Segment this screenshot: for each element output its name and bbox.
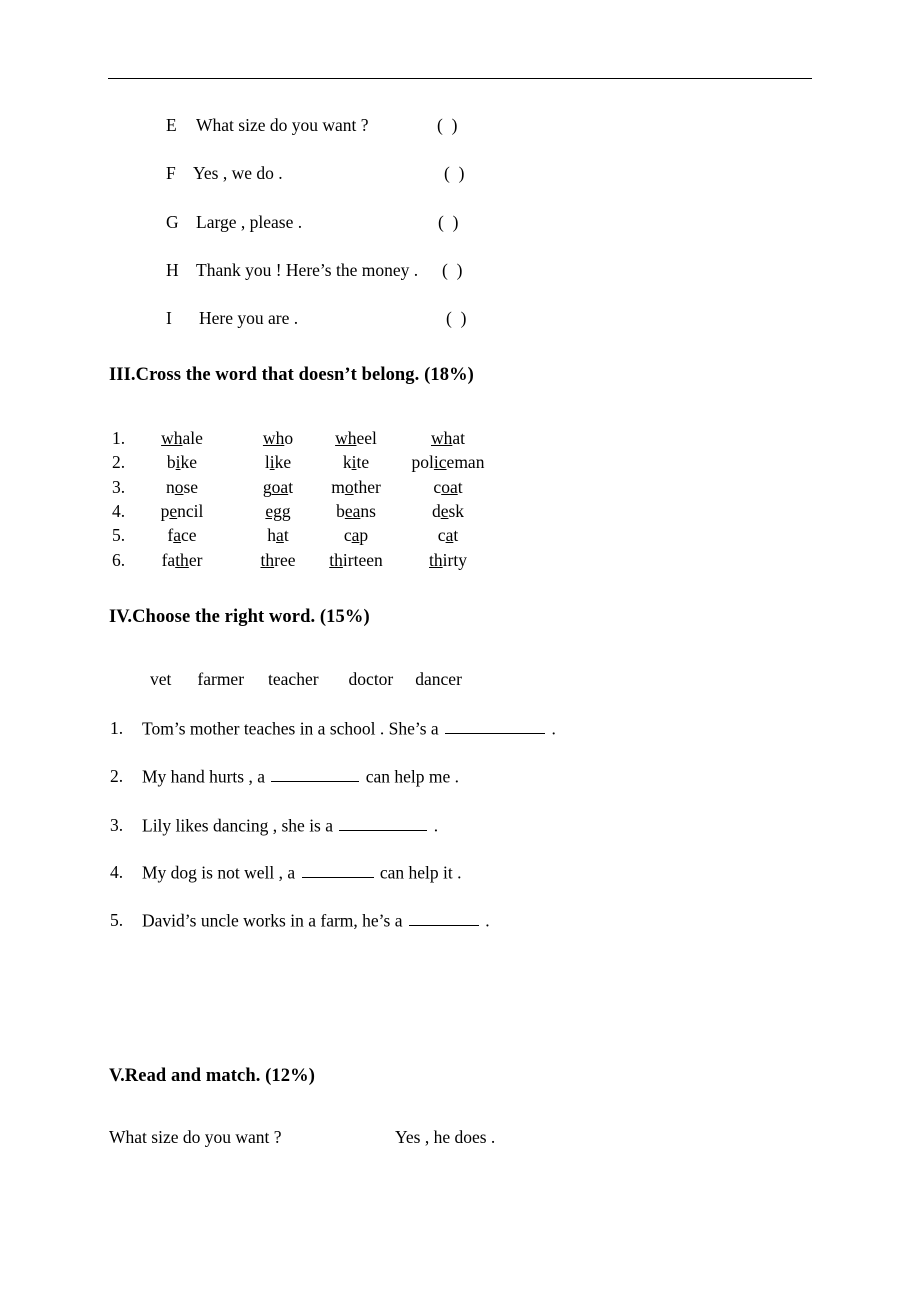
word-option[interactable]: egg [265,501,290,522]
underlined-phoneme: th [175,550,189,570]
section-5-heading: V.Read and match. (12%) [109,1066,315,1086]
underlined-phoneme: th [329,550,343,570]
word-row-number: 2. [112,452,126,472]
underlined-phoneme: egg [265,501,291,521]
word-option[interactable]: beans [336,501,376,522]
word-option[interactable]: who [263,428,293,449]
underlined-phoneme: a [351,525,360,545]
word-bank-option[interactable]: teacher [268,669,319,690]
word-option[interactable]: coat [433,477,462,498]
underlined-phoneme: oa [271,477,289,497]
word-option[interactable]: like [265,452,291,473]
underlined-phoneme: i [351,452,357,472]
word-option[interactable]: pencil [161,501,204,522]
dialogue-item-text: Large , please . [196,212,303,232]
word-option[interactable]: nose [166,477,198,498]
match-prompt[interactable]: What size do you want ? [109,1127,282,1148]
word-bank-option[interactable]: vet [150,669,171,690]
worksheet-page: E What size do you want ? ( ) F Yes , we do … [0,0,920,1302]
word-option[interactable]: goat [263,477,293,498]
underlined-phoneme: i [175,452,181,472]
underlined-phoneme: wh [161,428,183,448]
word-option[interactable]: whale [161,428,203,449]
question-number: 2. [110,766,124,786]
underlined-phoneme: oa [441,477,458,497]
question-text: David’s uncle works in a farm, he’s a . [142,910,490,931]
word-row-number: 3. [112,477,126,497]
dialogue-item-letter: I [166,308,172,328]
answer-blank[interactable] [271,766,360,783]
dialogue-item-letter: H [166,260,179,280]
question-number: 5. [110,910,124,930]
dialogue-item-text: Thank you ! Here’s the money . [196,260,419,280]
word-option[interactable]: mother [331,477,381,498]
word-row-number: 1. [112,428,126,448]
word-option[interactable]: bike [167,452,197,473]
underlined-phoneme: o [344,477,354,497]
question-text: Tom’s mother teaches in a school . She’s… [142,718,556,739]
dialogue-answer-bracket[interactable]: ( ) [446,308,466,329]
word-bank-option[interactable]: doctor [349,669,394,690]
word-option[interactable]: cap [344,525,368,546]
underlined-phoneme: wh [262,428,285,448]
word-option[interactable]: kite [343,452,369,473]
underlined-phoneme: e [169,501,178,521]
underlined-phoneme: wh [335,428,357,448]
word-option[interactable]: cat [438,525,458,546]
word-option[interactable]: wheel [335,428,377,449]
word-option[interactable]: hat [267,525,288,546]
section-3-heading: III.Cross the word that doesn’t belong. … [109,365,474,385]
answer-blank[interactable] [301,862,374,879]
dialogue-answer-bracket[interactable]: ( ) [437,115,457,136]
word-bank-option[interactable]: dancer [415,669,462,690]
section-4-word-bank: vet farmer teacher doctor dancer [150,669,462,690]
question-number: 3. [110,815,124,835]
word-bank-option[interactable]: farmer [197,669,244,690]
question-text: Lily likes dancing , she is a . [142,815,439,836]
dialogue-item-letter: E [166,115,177,135]
word-option[interactable]: father [162,550,203,571]
question-text: My hand hurts , a can help me . [142,766,460,787]
dialogue-item-text: Yes , we do . [193,163,283,183]
answer-blank[interactable] [445,718,546,735]
dialogue-answer-bracket[interactable]: ( ) [438,212,458,233]
underlined-phoneme: wh [430,428,453,448]
dialogue-item-text: Here you are . [199,308,299,328]
underlined-phoneme: i [269,452,275,472]
word-row-number: 4. [112,501,126,521]
word-row-number: 6. [112,550,126,570]
dialogue-item-letter: G [166,212,179,232]
underlined-phoneme: ea [344,501,361,521]
underlined-phoneme: e [440,501,449,521]
word-row-number: 5. [112,525,126,545]
underlined-phoneme: ic [433,452,447,472]
word-option[interactable]: policeman [412,452,485,473]
word-option[interactable]: face [167,525,196,546]
word-option[interactable]: what [431,428,465,449]
answer-blank[interactable] [339,815,428,832]
dialogue-item-letter: F [166,163,176,183]
header-divider-rule [108,78,812,79]
match-response[interactable]: Yes , he does . [395,1127,495,1148]
question-number: 1. [110,718,124,738]
word-option[interactable]: thirteen [329,550,382,571]
underlined-phoneme: th [429,550,443,570]
word-option[interactable]: three [261,550,296,571]
underlined-phoneme: o [174,477,184,497]
answer-blank[interactable] [408,910,479,927]
question-number: 4. [110,862,124,882]
underlined-phoneme: a [276,525,284,545]
word-option[interactable]: thirty [429,550,467,571]
underlined-phoneme: th [260,550,275,570]
word-option[interactable]: desk [432,501,464,522]
dialogue-item-text: What size do you want ? [196,115,369,135]
underlined-phoneme: a [445,525,454,545]
question-text: My dog is not well , a can help it . [142,862,462,883]
section-4-heading: IV.Choose the right word. (15%) [109,607,370,627]
dialogue-answer-bracket[interactable]: ( ) [444,163,464,184]
dialogue-answer-bracket[interactable]: ( ) [442,260,462,281]
underlined-phoneme: a [173,525,182,545]
